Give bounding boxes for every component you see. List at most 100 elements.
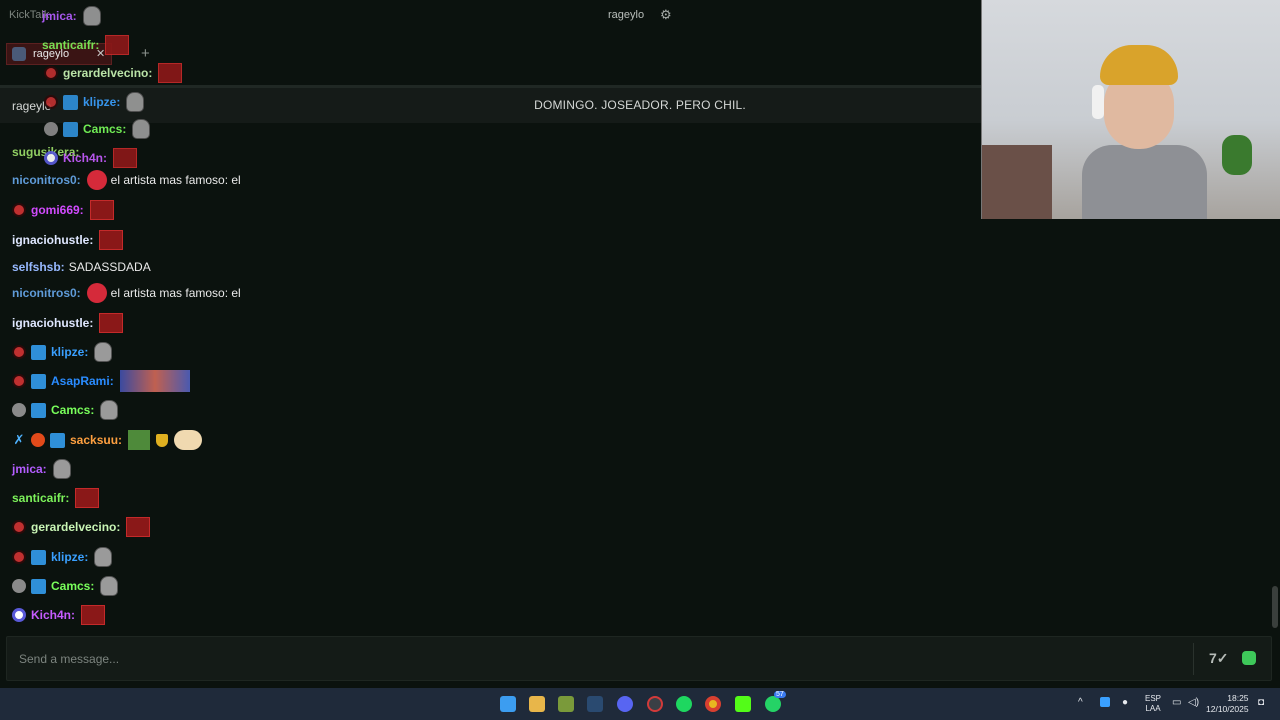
clock[interactable]: 18:25 12/10/2025	[1206, 693, 1249, 715]
username[interactable]: jmica:	[12, 462, 47, 476]
webcam-plush	[1222, 135, 1252, 175]
chat-message: selfshsb: SADASSDADA	[12, 255, 151, 279]
red-emote-icon	[158, 63, 183, 83]
chat-message: Camcs:	[12, 574, 119, 598]
username[interactable]: gomi669:	[31, 203, 84, 217]
red-emote-icon	[75, 488, 100, 508]
chat-message: gerardelvecino:	[44, 61, 183, 85]
ghost-emote-icon	[132, 119, 151, 139]
chat-message: AsapRami:	[12, 369, 190, 393]
heart-emote-icon	[86, 170, 107, 190]
file-explorer-icon[interactable]	[529, 696, 545, 712]
steam-icon[interactable]	[587, 696, 603, 712]
settings-gear-icon[interactable]: ⚙	[660, 7, 672, 23]
ghost-emote-icon	[100, 576, 119, 596]
badge-icon	[44, 151, 58, 165]
volume-icon[interactable]: ◁)	[1188, 697, 1199, 708]
badge-icon	[12, 579, 26, 593]
shield-emote-icon	[156, 433, 169, 447]
username[interactable]: gerardelvecino:	[63, 66, 152, 80]
chat-message: Kich4n:	[44, 146, 138, 170]
cube-badge-icon	[63, 121, 78, 137]
username[interactable]: Kich4n:	[31, 608, 75, 622]
username[interactable]: klipze:	[51, 345, 88, 359]
emote-picker-icon[interactable]	[1242, 651, 1256, 665]
red-emote-icon	[81, 605, 106, 625]
translate-icon[interactable]: 7✓	[1209, 650, 1229, 667]
username[interactable]: santicaifr:	[42, 38, 99, 52]
chat-message: ✗ sacksuu:	[12, 428, 203, 452]
badge-icon	[44, 95, 58, 109]
chat-message: ignaciohustle:	[12, 228, 124, 252]
whatsapp-icon[interactable]	[765, 696, 781, 712]
username[interactable]: niconitros0:	[12, 173, 81, 187]
chat-message: jmica:	[42, 4, 101, 28]
ghost-emote-icon	[82, 6, 101, 26]
ghost-emote-icon	[94, 342, 113, 362]
spotify-icon[interactable]	[676, 696, 692, 712]
windows-taskbar: 57 ^ ● ESP LAA ▭ ◁) 18:25 12/10/2025 ◘	[0, 688, 1280, 720]
kicktalk-window: KickTalk rageylo ⚙ rageylo ✕ + rageylo D…	[0, 0, 1280, 688]
chat-message: niconitros0: el artista mas famoso: el	[12, 168, 241, 192]
security-tray-icon[interactable]	[1100, 697, 1110, 707]
chrome-icon[interactable]	[705, 696, 721, 712]
kick-icon[interactable]	[735, 696, 751, 712]
chat-message: Kich4n:	[12, 603, 106, 627]
cube-badge-icon	[31, 549, 46, 565]
discord-icon[interactable]	[617, 696, 633, 712]
cube-badge-icon	[31, 344, 46, 360]
badge-icon	[44, 122, 58, 136]
red-emote-icon	[89, 200, 114, 220]
obs-icon[interactable]	[647, 696, 663, 712]
red-emote-icon	[99, 230, 124, 250]
message-composer[interactable]: Send a message... 7✓	[6, 636, 1272, 681]
username[interactable]: Camcs:	[51, 403, 94, 417]
username[interactable]: niconitros0:	[12, 286, 81, 300]
sword-badge-icon: ✗	[13, 432, 25, 447]
microphone-icon[interactable]: ●	[1122, 697, 1128, 708]
username[interactable]: ignaciohustle:	[12, 316, 93, 330]
chat-message: klipze:	[44, 90, 145, 114]
username[interactable]: santicaifr:	[12, 491, 69, 505]
lang-layout: LAA	[1145, 704, 1161, 713]
webcam-shelf	[982, 145, 1052, 219]
notification-icon[interactable]: ◘	[1258, 697, 1264, 708]
green-emote-icon	[128, 430, 151, 450]
add-tab-icon[interactable]: +	[141, 45, 150, 62]
ghost-emote-icon	[94, 547, 113, 567]
badge-icon	[12, 520, 26, 534]
message-input[interactable]: Send a message...	[19, 652, 119, 666]
message-text: el artista mas famoso: el	[110, 173, 241, 187]
username[interactable]: Camcs:	[51, 579, 94, 593]
message-text: SADASSDADA	[68, 260, 151, 274]
username[interactable]: jmica:	[42, 9, 77, 23]
cube-badge-icon	[31, 373, 46, 389]
badge-icon	[12, 374, 26, 388]
language-indicator[interactable]: ESP LAA	[1145, 694, 1161, 714]
current-channel: rageylo	[608, 9, 645, 21]
chat-message: Camcs:	[44, 117, 151, 141]
cube-badge-icon	[31, 578, 46, 594]
username[interactable]: klipze:	[83, 95, 120, 109]
username[interactable]: AsapRami:	[51, 374, 114, 388]
chevron-up-icon[interactable]: ^	[1078, 697, 1083, 708]
network-icon[interactable]: ▭	[1172, 697, 1181, 708]
start-icon[interactable]	[500, 696, 516, 712]
picture-emote-icon	[119, 370, 190, 392]
username[interactable]: gerardelvecino:	[31, 520, 120, 534]
chat-scrollbar[interactable]	[1272, 586, 1278, 628]
chat-message: gomi669:	[12, 198, 114, 222]
username[interactable]: ignaciohustle:	[12, 233, 93, 247]
username[interactable]: sacksuu:	[70, 433, 122, 447]
username[interactable]: selfshsb:	[12, 260, 65, 274]
chat-message: santicaifr:	[42, 33, 130, 57]
cube-badge-icon	[50, 432, 65, 448]
username[interactable]: klipze:	[51, 550, 88, 564]
username[interactable]: Kich4n:	[63, 151, 107, 165]
message-text: el artista mas famoso: el	[110, 286, 241, 300]
badge-icon	[12, 403, 26, 417]
avatar	[12, 47, 26, 61]
minecraft-icon[interactable]	[558, 696, 574, 712]
username[interactable]: Camcs:	[83, 122, 126, 136]
cube-badge-icon	[31, 402, 46, 418]
